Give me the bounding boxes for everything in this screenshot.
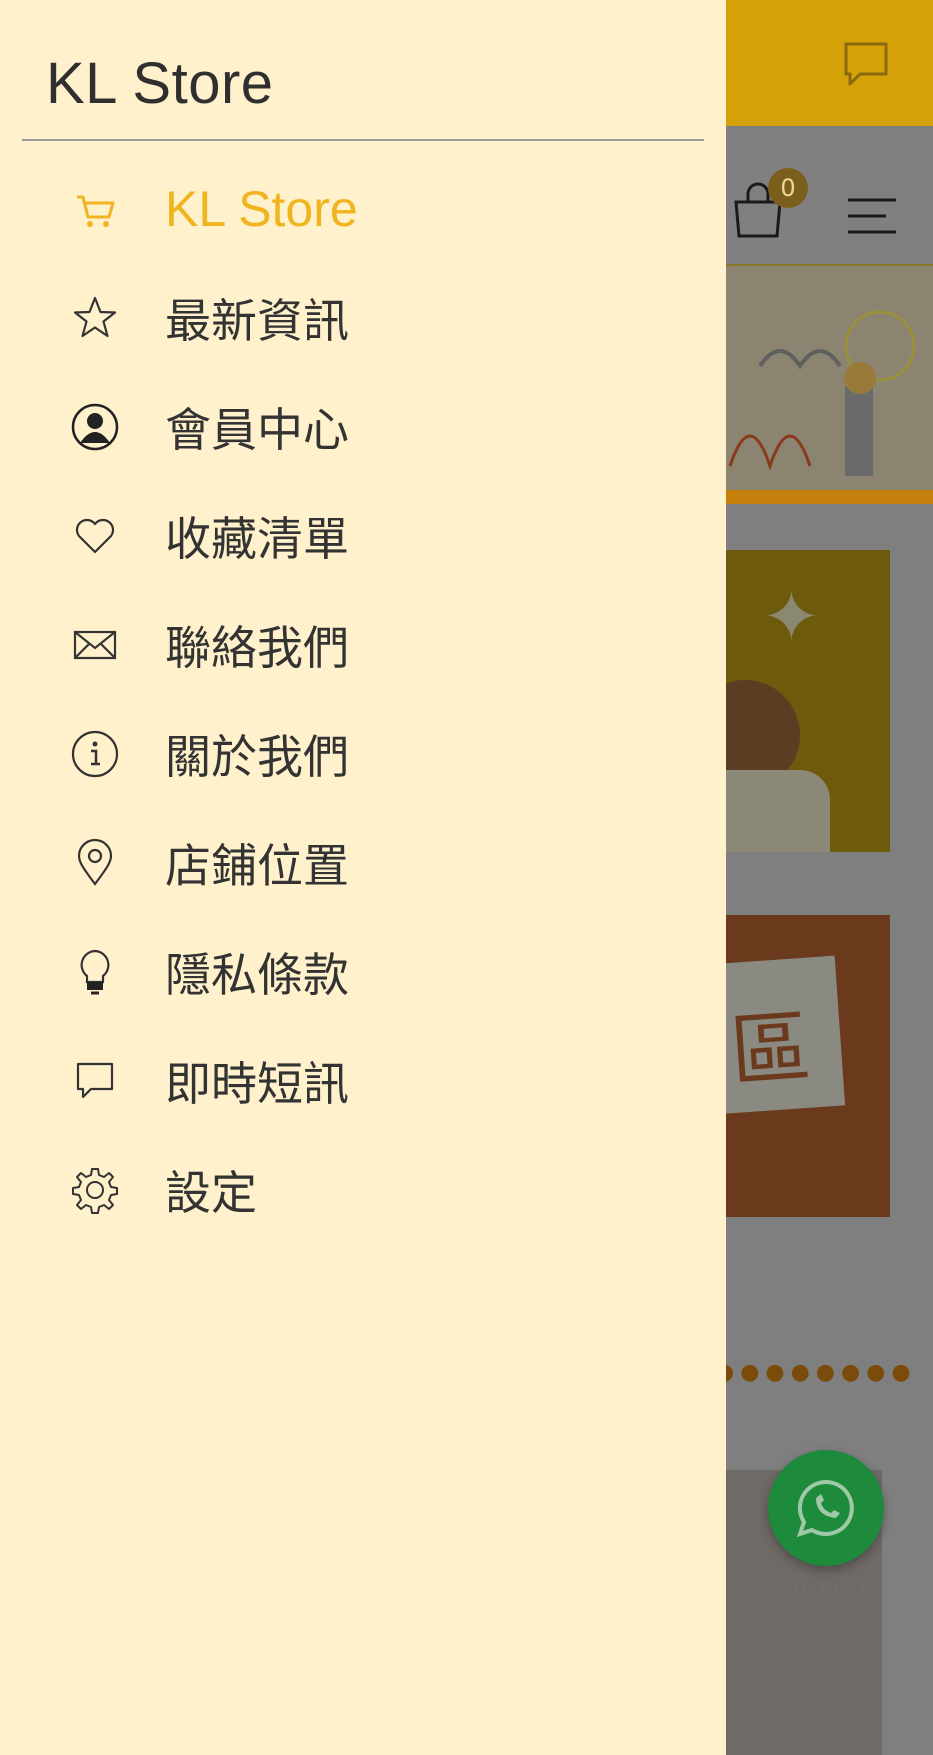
drawer-divider	[22, 139, 704, 141]
mail-icon	[67, 617, 123, 673]
menu-item-about-us[interactable]: 關於我們	[0, 699, 726, 808]
carousel-dots[interactable]: ●●●●●●●●	[715, 1360, 917, 1385]
menu-item-label: 即時短訊	[165, 1056, 349, 1111]
menu-item-kl-store[interactable]: KL Store	[0, 154, 726, 263]
info-icon	[67, 726, 123, 782]
menu-item-contact-us[interactable]: 聯絡我們	[0, 590, 726, 699]
user-icon	[67, 399, 123, 455]
menu-item-label: 會員中心	[165, 402, 349, 457]
menu-item-label: 店鋪位置	[165, 838, 349, 893]
gear-icon	[67, 1162, 123, 1218]
menu-item-news[interactable]: 最新資訊	[0, 263, 726, 372]
menu-item-member-center[interactable]: 會員中心	[0, 372, 726, 481]
whatsapp-button[interactable]	[768, 1450, 884, 1566]
drawer-menu: KL Store 最新資訊 會員中心 收藏清單 聯絡我們 關於我們 店鋪位置 隱…	[0, 154, 726, 1244]
heart-icon	[67, 508, 123, 564]
menu-item-label: 聯絡我們	[165, 620, 349, 675]
whatsapp-icon	[796, 1479, 854, 1538]
menu-item-instant-message[interactable]: 即時短訊	[0, 1026, 726, 1135]
star-icon	[67, 290, 123, 346]
promo-card-word: 區	[727, 1000, 814, 1099]
promo-card-zone[interactable]: 區	[700, 915, 890, 1217]
menu-item-store-location[interactable]: 店鋪位置	[0, 808, 726, 917]
cart-icon	[67, 181, 123, 237]
navigation-drawer: KL Store KL Store 最新資訊 會員中心 收藏清單 聯絡我們 關於…	[0, 0, 726, 1755]
lightbulb-icon	[67, 944, 123, 1000]
menu-item-settings[interactable]: 設定	[0, 1135, 726, 1244]
menu-item-label: 設定	[165, 1165, 257, 1220]
menu-item-label: 關於我們	[165, 729, 349, 784]
star-doodle-icon: ✦	[762, 576, 821, 658]
whatsapp-caption: Solution	[755, 1575, 877, 1605]
menu-item-label: 隱私條款	[165, 947, 349, 1002]
menu-item-label: 收藏清單	[165, 511, 349, 566]
cart-count-badge: 0	[768, 168, 808, 208]
menu-item-privacy-policy[interactable]: 隱私條款	[0, 917, 726, 1026]
hamburger-menu-icon[interactable]	[846, 196, 898, 236]
promo-card[interactable]: ✦	[700, 550, 890, 852]
chat-icon	[67, 1053, 123, 1109]
menu-item-label: 最新資訊	[165, 293, 349, 348]
menu-item-wishlist[interactable]: 收藏清單	[0, 481, 726, 590]
menu-item-label: KL Store	[165, 180, 358, 237]
location-pin-icon	[67, 835, 123, 891]
drawer-title: KL Store	[46, 51, 274, 116]
chat-icon[interactable]	[840, 38, 892, 90]
